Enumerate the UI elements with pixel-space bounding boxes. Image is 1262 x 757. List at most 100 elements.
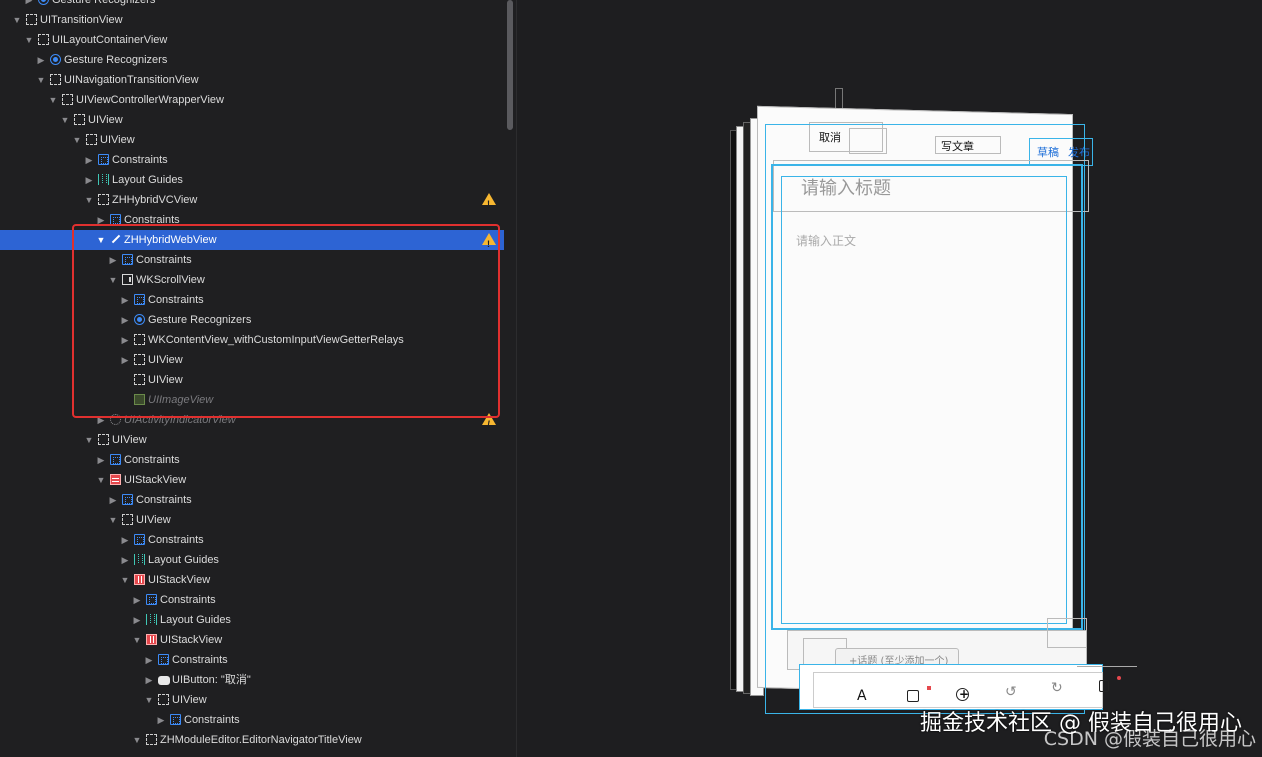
disclosure-expanded-icon[interactable]: ▼ [36, 70, 46, 90]
tree-row[interactable]: ▶ Constraints [0, 650, 504, 670]
disclosure-expanded-icon[interactable]: ▼ [120, 570, 130, 590]
image-icon [134, 394, 145, 405]
disclosure-expanded-icon[interactable]: ▼ [132, 730, 142, 750]
disclosure-collapsed-icon[interactable]: ▶ [120, 330, 130, 350]
disclosure-collapsed-icon[interactable]: ▶ [96, 450, 106, 470]
redo-icon[interactable]: ↻ [1051, 680, 1063, 696]
tree-row[interactable]: ▼ UIView [0, 510, 504, 530]
settings-icon[interactable] [1099, 680, 1109, 692]
disclosure-collapsed-icon[interactable]: ▶ [144, 650, 154, 670]
tree-row[interactable]: ▶ Layout Guides [0, 610, 504, 630]
tree-row[interactable]: ▼ UIStackView [0, 470, 504, 490]
view-icon [122, 514, 133, 525]
tree-row[interactable]: ▶ UIView [0, 350, 504, 370]
disclosure-collapsed-icon[interactable]: ▶ [156, 710, 166, 730]
disclosure-collapsed-icon[interactable]: ▶ [120, 550, 130, 570]
3d-view-debugger-canvas[interactable]: 取消 写文章 草稿 发布 请输入标题 请输入正文 +话题 (至少添加一个) A … [517, 0, 1262, 757]
disclosure-collapsed-icon[interactable]: ▶ [132, 590, 142, 610]
warning-icon[interactable] [482, 193, 496, 214]
tree-row[interactable]: ▼ UIViewControllerWrapperView [0, 90, 504, 110]
disclosure-collapsed-icon[interactable]: ▶ [108, 250, 118, 270]
tree-row[interactable]: ▼ UINavigationTransitionView [0, 70, 504, 90]
tree-row-label: Constraints [148, 294, 204, 306]
bottom-bar-right-frame[interactable] [1047, 618, 1087, 648]
disclosure-collapsed-icon[interactable]: ▶ [144, 670, 154, 690]
disclosure-collapsed-icon[interactable]: ▶ [120, 350, 130, 370]
disclosure-expanded-icon[interactable]: ▼ [84, 190, 94, 210]
disclosure-collapsed-icon[interactable]: ▶ [36, 50, 46, 70]
tree-row[interactable]: ▼ UIView [0, 130, 504, 150]
disclosure-expanded-icon[interactable]: ▼ [72, 130, 82, 150]
disclosure-collapsed-icon[interactable]: ▶ [84, 150, 94, 170]
tree-row[interactable]: ▶ Gesture Recognizers [0, 0, 504, 10]
tree-row-label: UIView [148, 354, 183, 366]
navigator-scrollbar[interactable] [504, 0, 517, 757]
disclosure-expanded-icon[interactable]: ▼ [108, 270, 118, 290]
tree-row[interactable]: ▼ UIView [0, 110, 504, 130]
view-icon [134, 374, 145, 385]
disclosure-expanded-icon[interactable]: ▼ [132, 630, 142, 650]
warning-icon[interactable] [482, 413, 496, 434]
disclosure-collapsed-icon[interactable]: ▶ [120, 290, 130, 310]
tree-row[interactable]: ▼ UIStackView [0, 630, 504, 650]
tree-row[interactable]: ▶ Constraints [0, 450, 504, 470]
tree-row[interactable]: UIImageView [0, 390, 504, 410]
tree-row[interactable]: ▶ Layout Guides [0, 170, 504, 190]
body-placeholder[interactable]: 请输入正文 [796, 232, 856, 249]
tree-row[interactable]: ▼ UIView [0, 430, 504, 450]
disclosure-expanded-icon[interactable]: ▼ [96, 230, 106, 250]
tree-row[interactable]: ▼ UITransitionView [0, 10, 504, 30]
tree-row[interactable]: ▶ Constraints [0, 590, 504, 610]
disclosure-expanded-icon[interactable]: ▼ [60, 110, 70, 130]
tree-row[interactable]: ▶ Gesture Recognizers [0, 50, 504, 70]
disclosure-expanded-icon[interactable]: ▼ [96, 470, 106, 490]
tree-row[interactable]: UIView [0, 370, 504, 390]
disclosure-expanded-icon[interactable]: ▼ [84, 430, 94, 450]
tree-row[interactable]: ▼ UIView [0, 690, 504, 710]
image-insert-icon[interactable] [907, 690, 919, 702]
disclosure-expanded-icon[interactable]: ▼ [24, 30, 34, 50]
disclosure-collapsed-icon[interactable]: ▶ [132, 610, 142, 630]
view-hierarchy-navigator[interactable]: ▶ Gesture Recognizers ▼ UITransitionView ▼ UI… [0, 0, 504, 757]
disclosure-collapsed-icon[interactable]: ▶ [24, 0, 34, 10]
tree-row[interactable]: ▼ WKScrollView [0, 270, 504, 290]
tree-row[interactable]: ▶ Constraints [0, 530, 504, 550]
tree-row[interactable]: ▼ UILayoutContainerView [0, 30, 504, 50]
tree-row[interactable]: ▶ Gesture Recognizers [0, 310, 504, 330]
tree-row[interactable]: ▶ Constraints [0, 490, 504, 510]
disclosure-collapsed-icon[interactable]: ▶ [96, 410, 106, 430]
tree-row-label: Gesture Recognizers [64, 54, 168, 66]
tree-row[interactable]: ▶ Constraints [0, 250, 504, 270]
tree-row[interactable]: ▶ UIButton: "取消" [0, 670, 504, 690]
tree-row[interactable]: ▼ ZHHybridWebView [0, 230, 504, 254]
disclosure-expanded-icon[interactable]: ▼ [108, 510, 118, 530]
text-format-icon[interactable]: A [857, 688, 867, 704]
disclosure-expanded-icon[interactable]: ▼ [144, 690, 154, 710]
disclosure-collapsed-icon[interactable]: ▶ [120, 310, 130, 330]
tree-row[interactable]: ▼ ZHHybridVCView [0, 190, 504, 214]
tree-row[interactable]: ▶ WKContentView_withCustomInputViewGetter… [0, 330, 504, 350]
scrollbar-thumb[interactable] [507, 0, 513, 130]
tree-row[interactable]: ▼ UIStackView [0, 570, 504, 590]
tree-row[interactable]: ▶ Constraints [0, 210, 504, 230]
tree-row[interactable]: ▶ Constraints [0, 710, 504, 730]
undo-icon[interactable]: ↺ [1005, 684, 1017, 700]
constraints-icon [122, 494, 133, 505]
disclosure-expanded-icon[interactable]: ▼ [48, 90, 58, 110]
tree-row[interactable]: ▶ Constraints [0, 150, 504, 170]
disclosure-collapsed-icon[interactable]: ▶ [96, 210, 106, 230]
tree-row-label: Constraints [148, 534, 204, 546]
hstack-icon [134, 574, 145, 585]
warning-icon[interactable] [482, 233, 496, 254]
tree-row[interactable]: ▶ Constraints [0, 290, 504, 310]
disclosure-collapsed-icon[interactable]: ▶ [84, 170, 94, 190]
disclosure-collapsed-icon[interactable]: ▶ [108, 490, 118, 510]
disclosure-expanded-icon[interactable]: ▼ [12, 10, 22, 30]
tree-row[interactable]: ▼ ZHModuleEditor.EditorNavigatorTitleView [0, 730, 504, 750]
scroll-icon [122, 274, 133, 285]
disclosure-collapsed-icon[interactable]: ▶ [120, 530, 130, 550]
tree-row-label: UIView [88, 114, 123, 126]
tree-row[interactable]: ▶ Layout Guides [0, 550, 504, 570]
tree-row[interactable]: ▶ UIActivityIndicatorView [0, 410, 504, 434]
tree-row-label: Layout Guides [160, 614, 231, 626]
